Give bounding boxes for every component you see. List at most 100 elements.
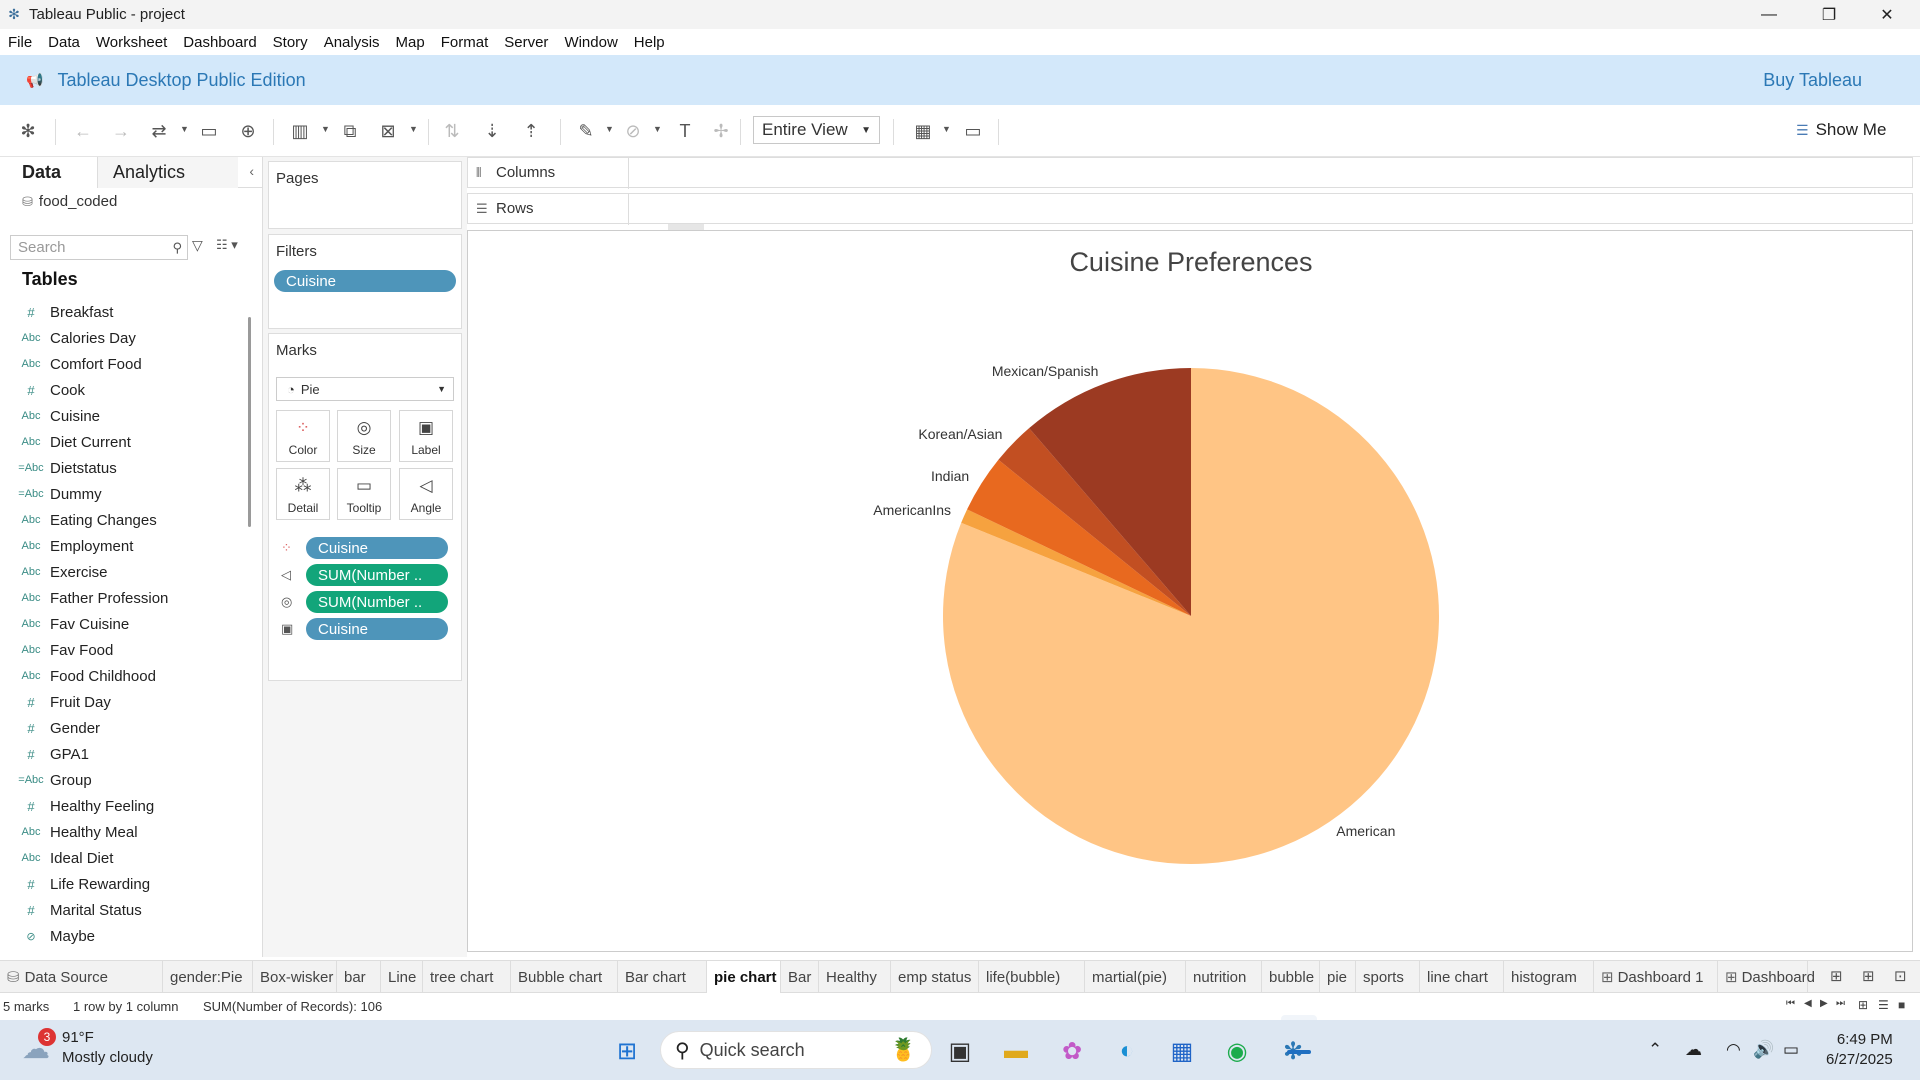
menu-worksheet[interactable]: Worksheet (88, 34, 175, 51)
replay-icon[interactable]: ⇄ (146, 119, 172, 143)
field-item[interactable]: # Gender (0, 715, 250, 741)
angle-button[interactable]: ◁ Angle (399, 468, 453, 520)
field-item[interactable]: =Abc Dietstatus (0, 455, 250, 481)
menu-dashboard[interactable]: Dashboard (175, 34, 264, 51)
onedrive-icon[interactable]: ☁ (1685, 1040, 1702, 1060)
save-icon[interactable]: ▭ (196, 119, 222, 143)
field-item[interactable]: ⊘ Maybe (0, 923, 250, 949)
menu-server[interactable]: Server (496, 34, 556, 51)
field-item[interactable]: Abc Ideal Diet (0, 845, 250, 871)
menu-analysis[interactable]: Analysis (316, 34, 388, 51)
new-worksheet-icon[interactable]: ⊞ (1830, 967, 1843, 985)
sheet-tab[interactable]: pie chart (707, 961, 781, 993)
filter-icon[interactable]: ▽ (192, 237, 203, 254)
new-story-icon[interactable]: ⊡ (1894, 967, 1907, 985)
filter-pill-cuisine[interactable]: Cuisine (274, 270, 456, 292)
field-list-scrollbar[interactable] (248, 317, 251, 527)
highlight-icon[interactable]: ✎ (573, 119, 599, 143)
tab-data[interactable]: Data (0, 157, 98, 188)
sheet-tab[interactable]: gender:Pie (163, 961, 253, 993)
show-cards-icon[interactable]: ▦ (910, 119, 936, 143)
sheet-tab[interactable]: Bar chart (618, 961, 707, 993)
quick-search-box[interactable]: ⚲ Quick search 🍍 (660, 1031, 932, 1069)
field-item[interactable]: Abc Comfort Food (0, 351, 250, 377)
mark-pill-cuisine-color[interactable]: Cuisine (306, 537, 448, 559)
clear-sheet-icon[interactable]: ⊠ (375, 119, 401, 143)
minimize-button[interactable]: — (1740, 0, 1798, 29)
view-options-icon[interactable]: ☷ ▾ (216, 237, 238, 253)
tabs-view-icon[interactable]: ■ (1898, 998, 1905, 1012)
store-icon[interactable]: ▦ (1166, 1035, 1198, 1067)
field-item[interactable]: # Fruit Day (0, 689, 250, 715)
sheet-tab[interactable]: line chart (1420, 961, 1504, 993)
datasource-item[interactable]: ⛁ food_coded (22, 193, 117, 210)
new-datasource-icon[interactable]: ⊕ (235, 119, 261, 143)
pages-card[interactable]: Pages (268, 161, 462, 229)
color-button[interactable]: ⁘ Color (276, 410, 330, 462)
sheet-tab[interactable]: life(bubble) (979, 961, 1085, 993)
new-dashboard-icon[interactable]: ⊞ (1862, 967, 1875, 985)
menu-story[interactable]: Story (265, 34, 316, 51)
sheet-tab[interactable]: Bar (781, 961, 819, 993)
size-button[interactable]: ◎ Size (337, 410, 391, 462)
filmstrip-icon[interactable]: ☰ (1878, 998, 1889, 1012)
sheet-sorter-icon[interactable]: ⊞ (1858, 998, 1868, 1012)
sheet-tab[interactable]: histogram (1504, 961, 1594, 993)
next-sheet-icon[interactable]: ▶ (1820, 998, 1828, 1009)
field-item[interactable]: Abc Eating Changes (0, 507, 250, 533)
field-item[interactable]: =Abc Group (0, 767, 250, 793)
tooltip-button[interactable]: ▭ Tooltip (337, 468, 391, 520)
mark-pill-sum-size[interactable]: SUM(Number .. (306, 591, 448, 613)
sheet-tab[interactable]: ⊞ Dashboard (1718, 961, 1815, 993)
sheet-tab[interactable]: ⊞ Dashboard 1 (1594, 961, 1718, 993)
sheet-tab[interactable]: Bubble chart (511, 961, 618, 993)
sheet-tab[interactable]: Line (381, 961, 423, 993)
chevron-down-icon[interactable]: ▼ (942, 124, 951, 134)
show-me-button[interactable]: ☰ Show Me (1796, 117, 1886, 143)
presentation-mode-icon[interactable]: ▭ (960, 119, 986, 143)
chevron-down-icon[interactable]: ▼ (653, 124, 662, 134)
mark-pill-cuisine-label[interactable]: Cuisine (306, 618, 448, 640)
rows-shelf[interactable]: ☰ Rows (467, 193, 1913, 225)
sheet-tab[interactable]: emp status (891, 961, 979, 993)
sheet-tab[interactable]: Healthy (819, 961, 891, 993)
close-button[interactable]: ✕ (1858, 0, 1916, 29)
swap-rows-columns-icon[interactable]: ⇅ (439, 119, 465, 143)
sheet-tab[interactable]: nutrition (1186, 961, 1262, 993)
show-mark-labels-icon[interactable]: T (672, 119, 698, 143)
buy-tableau-link[interactable]: Buy Tableau (1763, 70, 1862, 91)
battery-icon[interactable]: ▭ (1783, 1040, 1799, 1060)
sheet-tab[interactable]: pie (1320, 961, 1356, 993)
chevron-down-icon[interactable]: ▼ (180, 124, 189, 134)
field-item[interactable]: Abc Calories Day (0, 325, 250, 351)
copilot-icon[interactable]: ✿ (1056, 1035, 1088, 1067)
file-explorer-icon[interactable]: ▬ (1000, 1035, 1032, 1067)
field-item[interactable]: Abc Cuisine (0, 403, 250, 429)
field-item[interactable]: Abc Healthy Meal (0, 819, 250, 845)
field-item[interactable]: # Life Rewarding (0, 871, 250, 897)
menu-map[interactable]: Map (388, 34, 433, 51)
label-button[interactable]: ▣ Label (399, 410, 453, 462)
detail-button[interactable]: ⁂ Detail (276, 468, 330, 520)
chevron-down-icon[interactable]: ▼ (409, 124, 418, 134)
sort-ascending-icon[interactable]: ⇣ (479, 119, 505, 143)
weather-widget[interactable]: ☁ 3 91°F Mostly cloudy (22, 1027, 153, 1068)
redo-icon[interactable]: → (108, 119, 134, 143)
menu-data[interactable]: Data (40, 34, 88, 51)
pie-chart[interactable] (468, 231, 1914, 953)
sheet-tab[interactable]: martial(pie) (1085, 961, 1186, 993)
tab-analytics[interactable]: Analytics (98, 157, 238, 188)
sort-descending-icon[interactable]: ⇡ (518, 119, 544, 143)
volume-icon[interactable]: 🔊 (1753, 1040, 1774, 1060)
edge-icon[interactable]: ◐ (1111, 1035, 1143, 1067)
sheet-tab[interactable]: bubble (1262, 961, 1320, 993)
new-worksheet-icon[interactable]: ▥ (287, 119, 313, 143)
field-item[interactable]: Abc Fav Food (0, 637, 250, 663)
field-item[interactable]: Abc Exercise (0, 559, 250, 585)
collapse-pane-icon[interactable]: ‹ (249, 163, 254, 179)
mark-type-select[interactable]: ◔ Pie ▼ (276, 377, 454, 401)
last-sheet-icon[interactable]: ⏭ (1836, 998, 1845, 1009)
field-item[interactable]: # Healthy Feeling (0, 793, 250, 819)
columns-shelf[interactable]: ⫴ Columns (467, 157, 1913, 189)
fit-view-select[interactable]: Entire View ▼ (753, 116, 880, 144)
